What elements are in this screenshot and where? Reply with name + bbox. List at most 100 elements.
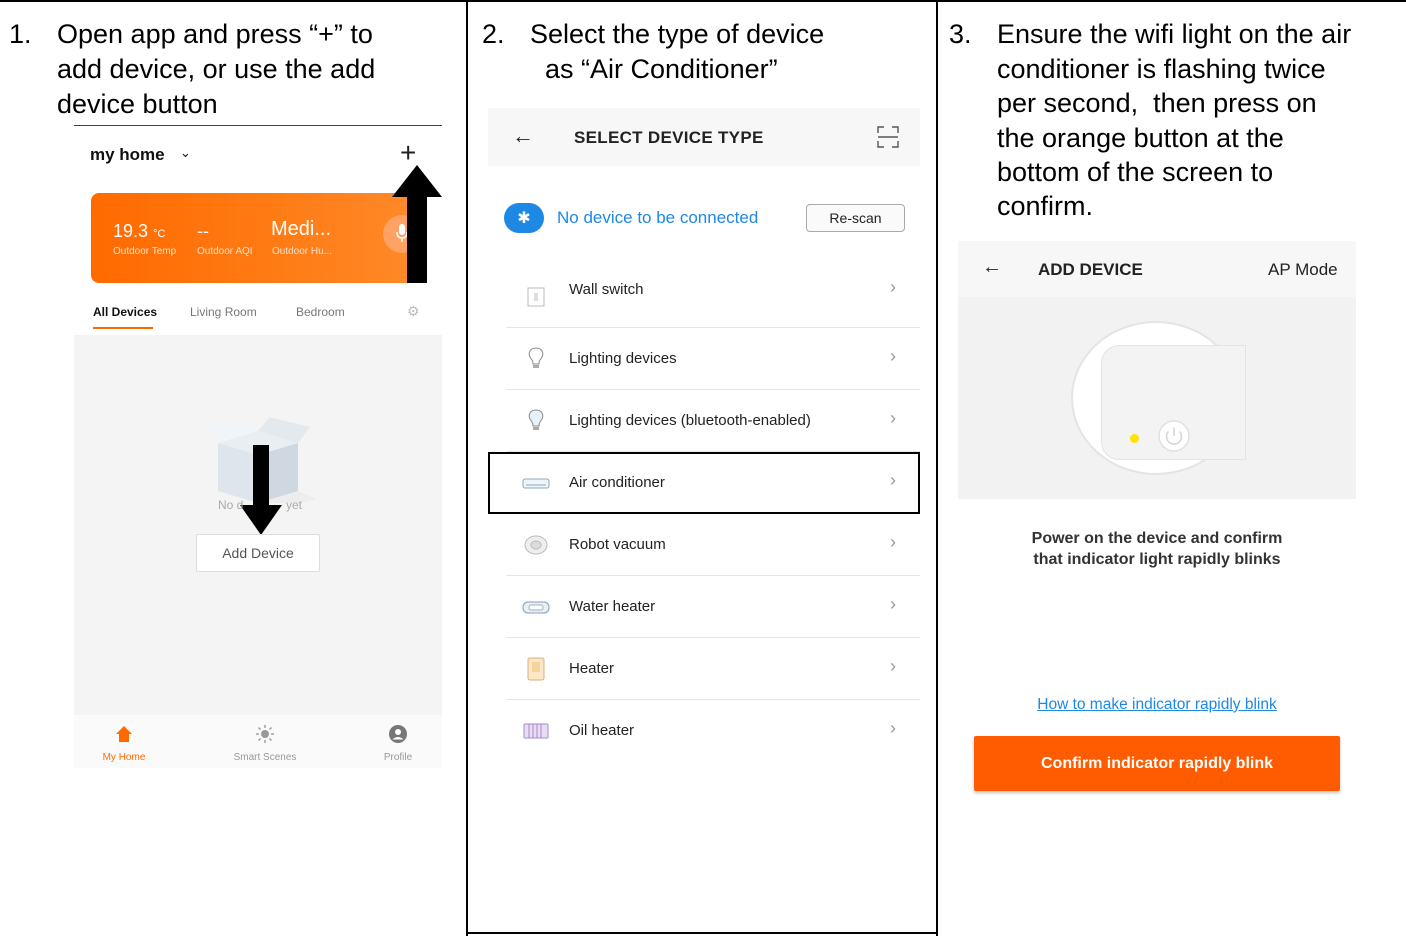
chevron-right-icon: › <box>890 594 896 614</box>
step-line: bottom of the screen to <box>997 157 1274 187</box>
arrow-up-icon <box>392 165 442 283</box>
nav-label: Smart Scenes <box>233 752 297 763</box>
home-icon <box>116 726 132 742</box>
outdoor-temp-value: 19.3 °C <box>113 221 166 241</box>
step-number: 1. <box>9 19 32 49</box>
active-tab-indicator <box>93 327 153 329</box>
indicator-light-icon <box>1130 434 1139 443</box>
water-heater-icon <box>522 601 550 614</box>
step-line: conditioner is flashing twice <box>997 54 1326 84</box>
step-number: 2. <box>482 19 505 49</box>
list-item-label: Heater <box>569 660 615 677</box>
device-illustration <box>958 297 1356 499</box>
instruction-sheet: 1. Open app and press “+” to add device,… <box>0 0 1406 936</box>
list-item-heater[interactable]: Heater › <box>488 638 920 700</box>
nav-profile[interactable]: Profile <box>348 715 442 768</box>
profile-icon <box>389 725 407 743</box>
home-title[interactable]: my home <box>90 145 165 165</box>
chevron-right-icon: › <box>890 718 896 738</box>
chevron-right-icon: › <box>890 408 896 428</box>
weather-card: 19.3 °C -- Medi... Outdoor Temp Outdoor … <box>91 193 424 283</box>
robot-vacuum-icon <box>524 535 548 555</box>
tab-all-devices[interactable]: All Devices <box>93 305 157 319</box>
outdoor-humidity-label: Outdoor Hu... <box>272 246 333 257</box>
heater-icon <box>527 657 545 681</box>
arrow-down-icon <box>240 445 282 535</box>
device-list-empty: No d yet Add Device <box>74 335 442 715</box>
bluetooth-icon: ✱ <box>504 203 544 233</box>
message-line: Power on the device and confirm <box>1031 530 1283 547</box>
nav-label: Profile <box>383 752 413 763</box>
add-device-screenshot: ← ADD DEVICE AP Mode Power on the device… <box>958 241 1356 801</box>
chevron-right-icon: › <box>890 656 896 676</box>
outdoor-temp-label: Outdoor Temp <box>113 246 177 257</box>
step-2-text: 2. Select the type of device as “Air Con… <box>482 17 922 97</box>
outdoor-aqi-value: -- <box>197 221 209 241</box>
chevron-right-icon: › <box>890 277 896 297</box>
bluetooth-status-row: ✱ No device to be connected Re-scan <box>488 188 920 248</box>
power-icon <box>1158 420 1190 452</box>
list-item-water-heater[interactable]: Water heater › <box>488 576 920 638</box>
home-screen-screenshot: my home ⌄ + 19.3 °C -- Medi... Outdoor T… <box>74 125 442 768</box>
step-line: the orange button at the <box>997 123 1284 153</box>
list-item-label: Wall switch <box>569 281 644 298</box>
tab-living-room[interactable]: Living Room <box>190 305 257 319</box>
no-devices-text: No d <box>218 498 244 512</box>
bluetooth-status-text: No device to be connected <box>557 208 759 227</box>
chevron-right-icon: › <box>890 470 896 490</box>
chevron-right-icon: › <box>890 346 896 366</box>
back-arrow-icon[interactable]: ← <box>512 123 534 149</box>
nav-smart-scenes[interactable]: Smart Scenes <box>215 715 315 768</box>
step-line: add device, or use the add <box>57 54 376 84</box>
ap-mode-toggle[interactable]: AP Mode <box>1268 260 1338 280</box>
outdoor-humidity-value: Medi... <box>271 218 332 240</box>
rescan-button[interactable]: Re-scan <box>806 204 905 232</box>
chevron-down-icon[interactable]: ⌄ <box>180 145 191 161</box>
step-1-text: 1. Open app and press “+” to add device,… <box>9 17 459 127</box>
select-device-type-screenshot: ← SELECT DEVICE TYPE ✱ No device to be c… <box>488 108 920 768</box>
step-3-text: 3. Ensure the wifi light on the air cond… <box>949 17 1399 232</box>
list-item-label: Oil heater <box>569 722 635 739</box>
page-title: ADD DEVICE <box>1038 260 1143 279</box>
step-line: Ensure the wifi light on the air <box>997 19 1352 49</box>
tab-bedroom[interactable]: Bedroom <box>296 305 345 319</box>
column-divider-2 <box>936 0 938 936</box>
list-item-label: Lighting devices (bluetooth-enabled) <box>569 412 811 429</box>
column-divider-1 <box>466 0 468 936</box>
bottom-navigation: My Home Smart Scenes Profile <box>74 715 442 768</box>
list-item-air-conditioner[interactable]: Air conditioner › <box>488 452 920 514</box>
step-line: Select the type of device <box>530 19 825 49</box>
instruction-message: Power on the device and confirm that ind… <box>958 528 1356 570</box>
scan-icon[interactable] <box>877 126 899 148</box>
table-top-border <box>0 0 1406 2</box>
list-item-label: Lighting devices <box>569 350 677 367</box>
page-title: SELECT DEVICE TYPE <box>574 128 764 147</box>
list-item-oil-heater[interactable]: Oil heater › <box>488 700 920 762</box>
table-bottom-border <box>466 932 938 934</box>
step-line: device button <box>57 89 218 119</box>
list-item-label: Water heater <box>569 598 656 615</box>
confirm-button[interactable]: Confirm indicator rapidly blink <box>974 736 1340 791</box>
message-line: that indicator light rapidly blinks <box>1033 551 1281 568</box>
list-item-wall-switch[interactable]: Wall switch › <box>488 266 920 328</box>
back-arrow-icon[interactable]: ← <box>982 256 1002 279</box>
nav-label: My Home <box>102 752 146 763</box>
room-tabs: All Devices Living Room Bedroom ⚙ <box>74 295 442 333</box>
list-item-label: Robot vacuum <box>569 536 666 553</box>
wall-switch-icon <box>527 287 545 307</box>
nav-my-home[interactable]: My Home <box>74 715 174 768</box>
help-link[interactable]: How to make indicator rapidly blink <box>958 696 1356 714</box>
list-item-lighting[interactable]: Lighting devices › <box>488 328 920 390</box>
oil-heater-icon <box>523 723 549 739</box>
step-line: per second, then press on <box>997 88 1317 118</box>
illustration-circle <box>1071 321 1246 475</box>
sun-icon <box>256 725 274 743</box>
list-item-robot-vacuum[interactable]: Robot vacuum › <box>488 514 920 576</box>
header-bar: ← SELECT DEVICE TYPE <box>488 108 920 166</box>
list-item-lighting-bluetooth[interactable]: Lighting devices (bluetooth-enabled) › <box>488 390 920 452</box>
no-devices-text-end: yet <box>286 498 303 512</box>
add-device-button[interactable]: Add Device <box>196 534 320 572</box>
light-bulb-icon <box>528 347 544 368</box>
step-line: as “Air Conditioner” <box>530 54 778 84</box>
gear-icon[interactable]: ⚙ <box>407 303 420 320</box>
